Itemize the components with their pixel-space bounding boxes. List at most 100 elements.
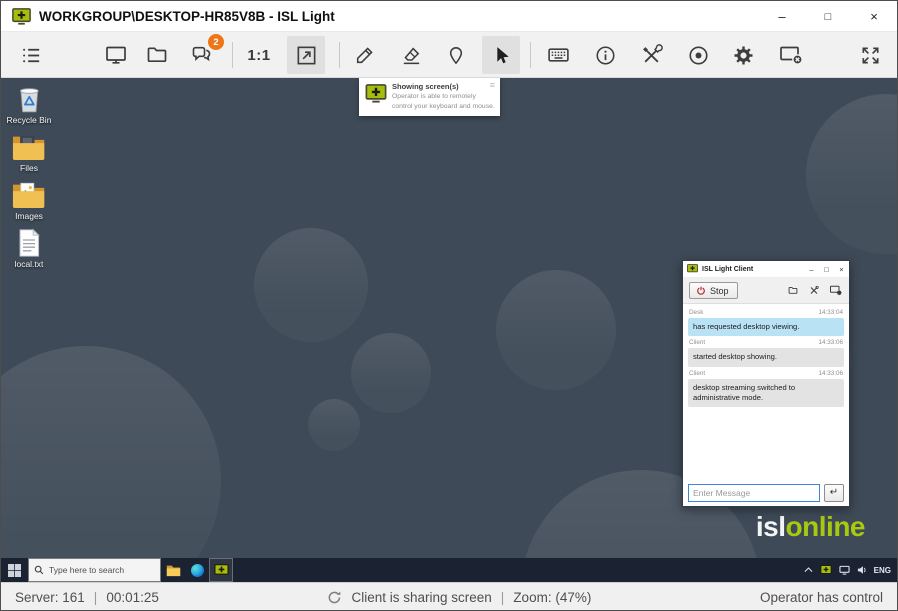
remote-taskbar: Type here to search	[1, 558, 897, 582]
toolbar: 2 1:1	[1, 32, 897, 78]
menu-button[interactable]	[12, 36, 50, 74]
tray-language-indicator[interactable]: ENG	[874, 566, 891, 575]
chat-message: Client 14:33:06 started desktop showing.	[688, 339, 844, 366]
pointer-marker-button[interactable]	[437, 36, 475, 74]
server-label: Server: 161	[15, 590, 85, 605]
admin-tools-button[interactable]	[632, 36, 670, 74]
keyboard-button[interactable]	[539, 36, 577, 74]
isl-taskbar-icon	[214, 564, 229, 577]
chat-message-list[interactable]: Desk 14:33:04 has requested desktop view…	[683, 304, 849, 479]
cursor-icon	[490, 44, 512, 67]
fullscreen-button[interactable]	[851, 36, 889, 74]
message-text: started desktop showing.	[688, 348, 844, 366]
message-sender: Client	[689, 339, 705, 346]
client-close-button[interactable]: ×	[834, 265, 849, 274]
taskbar-search[interactable]: Type here to search	[28, 558, 161, 582]
statusbar-left: Server: 161 | 00:01:25	[15, 590, 159, 605]
statusbar-divider: |	[94, 590, 98, 605]
message-text: desktop streaming switched to administra…	[688, 379, 844, 408]
desktop-icon-recycle-bin[interactable]: Recycle Bin	[1, 84, 57, 127]
pin-icon	[445, 44, 467, 67]
desktop-icon-files[interactable]: Files	[1, 132, 57, 175]
toolbar-separator	[339, 42, 340, 68]
taskbar-isl-light[interactable]	[209, 558, 233, 582]
remote-desktop-view[interactable]: Showing screen(s) Operator is able to re…	[1, 78, 897, 582]
disconnect-screen-icon	[778, 43, 805, 67]
fit-screen-icon	[295, 44, 318, 67]
search-icon	[34, 565, 44, 575]
session-info-button[interactable]	[586, 36, 624, 74]
client-maximize-button[interactable]: □	[819, 265, 834, 274]
tray-expand-icon[interactable]	[804, 566, 813, 574]
info-icon	[594, 44, 617, 67]
tray-network-icon[interactable]	[839, 565, 850, 575]
fullscreen-icon	[859, 44, 882, 67]
scale-1-1-label: 1:1	[247, 47, 270, 64]
statusbar: Server: 161 | 00:01:25 Client is sharing…	[1, 582, 897, 611]
desktop-icon-images[interactable]: Images	[1, 180, 57, 223]
desktop-icon-local-txt[interactable]: local.txt	[1, 228, 57, 271]
stop-session-button[interactable]: Stop	[689, 282, 738, 299]
notification-menu-icon[interactable]: ≡	[490, 81, 495, 90]
desktop-view-button[interactable]	[97, 36, 135, 74]
isl-light-window: WORKGROUP\DESKTOP-HR85V8B - ISL Light – …	[0, 0, 898, 611]
taskbar-edge[interactable]	[185, 558, 209, 582]
minimize-button[interactable]: –	[759, 1, 805, 32]
sharing-status: Client is sharing screen	[351, 590, 491, 605]
start-button[interactable]	[1, 558, 28, 582]
chat-unread-badge: 2	[208, 34, 224, 50]
notification-title: Showing screen(s)	[392, 82, 495, 91]
stop-button-label: Stop	[710, 286, 729, 296]
message-time: 14:33:06	[818, 339, 843, 346]
islonline-watermark: islonline	[756, 511, 865, 543]
desktop-icon-label: local.txt	[15, 259, 44, 269]
message-time: 14:33:04	[818, 309, 843, 316]
chat-message-input[interactable]	[688, 484, 820, 502]
record-icon	[687, 44, 710, 67]
desktop-icon-label: Files	[20, 163, 38, 173]
draw-button[interactable]	[345, 36, 383, 74]
scale-1-1-button[interactable]: 1:1	[240, 36, 278, 74]
window-title: WORKGROUP\DESKTOP-HR85V8B - ISL Light	[39, 9, 335, 24]
chat-button[interactable]: 2	[182, 36, 220, 74]
menu-icon	[20, 44, 43, 67]
message-text: has requested desktop viewing.	[688, 318, 844, 336]
fit-screen-button[interactable]	[287, 36, 325, 74]
control-cursor-button[interactable]	[482, 36, 520, 74]
message-time: 14:33:06	[818, 370, 843, 377]
client-minimize-button[interactable]: –	[804, 265, 819, 274]
windows-logo-icon	[8, 564, 21, 577]
window-controls: – □ ×	[759, 1, 897, 32]
text-file-icon	[17, 228, 41, 258]
client-folder-icon[interactable]	[787, 285, 799, 296]
gear-icon	[732, 44, 755, 67]
client-screen-settings-icon[interactable]	[829, 285, 843, 296]
showing-screens-notification: Showing screen(s) Operator is able to re…	[359, 78, 500, 116]
logo-online: online	[786, 511, 865, 542]
file-transfer-button[interactable]	[138, 36, 176, 74]
close-button[interactable]: ×	[851, 1, 897, 32]
stop-streaming-button[interactable]	[772, 36, 810, 74]
tray-isl-icon[interactable]	[820, 565, 832, 575]
erase-button[interactable]	[392, 36, 430, 74]
tray-volume-icon[interactable]	[857, 565, 867, 575]
pencil-icon	[353, 44, 376, 67]
chat-input-row: ↵	[683, 479, 849, 506]
client-tools-icon[interactable]	[808, 285, 820, 296]
recycle-bin-icon	[16, 84, 43, 114]
client-titlebar: ISL Light Client – □ ×	[683, 261, 849, 278]
record-button[interactable]	[679, 36, 717, 74]
send-message-button[interactable]: ↵	[824, 484, 844, 502]
settings-button[interactable]	[724, 36, 762, 74]
logo-isl: isl	[756, 511, 786, 542]
file-explorer-icon	[166, 564, 181, 577]
isl-monitor-icon	[365, 84, 387, 103]
chat-message: Client 14:33:06 desktop streaming switch…	[688, 370, 844, 408]
message-sender: Client	[689, 370, 705, 377]
maximize-button[interactable]: □	[805, 1, 851, 32]
desktop-icons: Recycle Bin Files Ima	[1, 84, 57, 276]
client-toolbar-icons	[787, 285, 843, 296]
zoom-level: Zoom: (47%)	[513, 590, 591, 605]
taskbar-file-explorer[interactable]	[161, 558, 185, 582]
files-folder-icon	[11, 132, 46, 162]
